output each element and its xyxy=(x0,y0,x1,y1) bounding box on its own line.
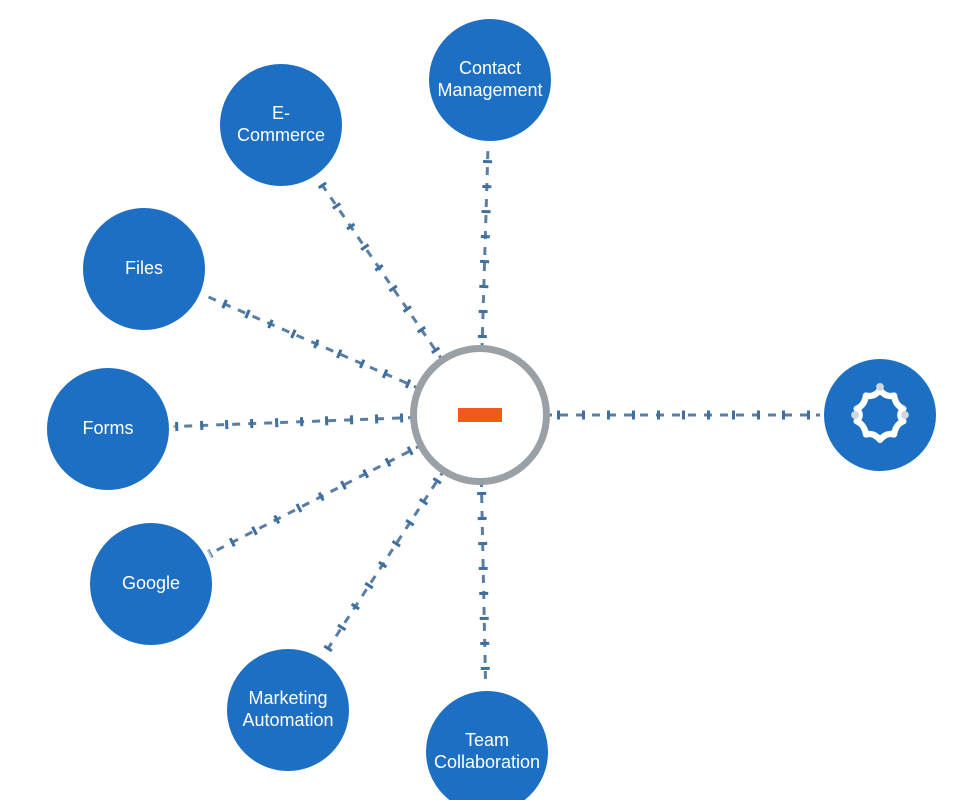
node-files[interactable]: Files xyxy=(79,204,209,334)
node-label: Google xyxy=(122,573,180,595)
node-contact-management[interactable]: ContactManagement xyxy=(425,15,555,145)
node-label: MarketingAutomation xyxy=(242,688,333,731)
node-label: Files xyxy=(125,258,163,280)
integration-diagram: ContactManagement E-Commerce Files Forms… xyxy=(0,0,960,800)
node-label: TeamCollaboration xyxy=(434,730,540,773)
node-label: Forms xyxy=(83,418,134,440)
opensource-cog-icon xyxy=(841,376,919,454)
node-forms[interactable]: Forms xyxy=(43,364,173,494)
minus-icon xyxy=(458,408,502,422)
node-label: E-Commerce xyxy=(230,103,332,146)
node-marketing-automation[interactable]: MarketingAutomation xyxy=(223,645,353,775)
node-google[interactable]: Google xyxy=(86,519,216,649)
hub-collapse-button[interactable] xyxy=(410,345,550,485)
node-team-collaboration[interactable]: TeamCollaboration xyxy=(422,687,552,800)
endpoint-opensource[interactable] xyxy=(820,355,940,475)
node-e-commerce[interactable]: E-Commerce xyxy=(216,60,346,190)
node-label: ContactManagement xyxy=(437,58,542,101)
